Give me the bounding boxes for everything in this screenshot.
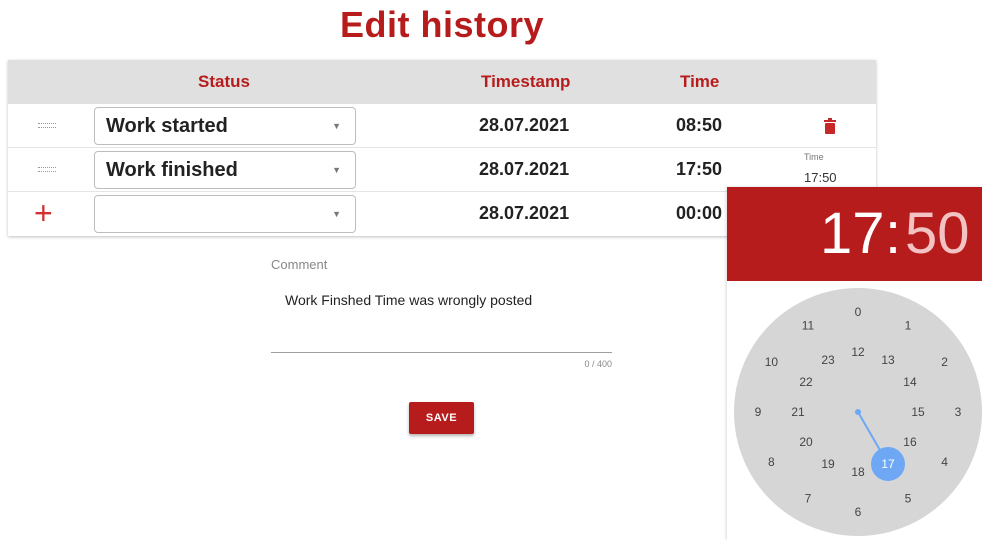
time-picker-dialog: 17 : 50 (727, 187, 982, 540)
plus-icon[interactable]: + (34, 196, 53, 230)
time-column-header[interactable]: Time (680, 60, 719, 104)
status-select-value: Work started (106, 115, 228, 137)
time-field-value[interactable]: 17:50 (804, 170, 837, 185)
status-select-value: Work finished (106, 159, 238, 181)
comment-underline (271, 352, 612, 353)
time-cell[interactable]: 08:50 (676, 104, 722, 147)
drag-handle-icon[interactable] (38, 123, 56, 129)
minute-display[interactable]: 50 (905, 199, 970, 269)
status-select[interactable]: Work started ▼ (94, 107, 356, 145)
drag-handle-icon[interactable] (38, 167, 56, 173)
comment-label: Comment (271, 257, 328, 272)
timestamp-cell[interactable]: 28.07.2021 (479, 104, 569, 147)
caret-down-icon: ▼ (332, 121, 341, 131)
table-row: Work started ▼ 28.07.2021 08:50 (8, 104, 876, 148)
time-separator: : (885, 201, 902, 266)
page-title: Edit history (339, 4, 545, 45)
time-field-label: Time (804, 152, 824, 162)
hour-display[interactable]: 17 (820, 199, 885, 269)
timestamp-cell[interactable]: 28.07.2021 (479, 148, 569, 191)
table-row: Work finished ▼ 28.07.2021 17:50 (8, 148, 876, 192)
caret-down-icon: ▼ (332, 209, 341, 219)
timestamp-column-header[interactable]: Timestamp (481, 60, 570, 104)
timestamp-cell[interactable]: 28.07.2021 (479, 192, 569, 235)
trash-icon[interactable] (824, 118, 836, 134)
status-column-header[interactable]: Status (198, 60, 250, 104)
time-cell[interactable]: 00:00 (676, 192, 722, 235)
character-counter: 0 / 400 (584, 359, 612, 369)
save-button[interactable]: SAVE (409, 402, 474, 434)
time-picker-header: 17 : 50 (727, 187, 982, 281)
table-header: Status Timestamp Time (8, 60, 876, 104)
caret-down-icon: ▼ (332, 165, 341, 175)
time-cell[interactable]: 17:50 (676, 148, 722, 191)
comment-textarea[interactable]: Work Finshed Time was wrongly posted (285, 292, 532, 308)
status-select[interactable]: Work finished ▼ (94, 151, 356, 189)
status-select[interactable]: ▼ (94, 195, 356, 233)
